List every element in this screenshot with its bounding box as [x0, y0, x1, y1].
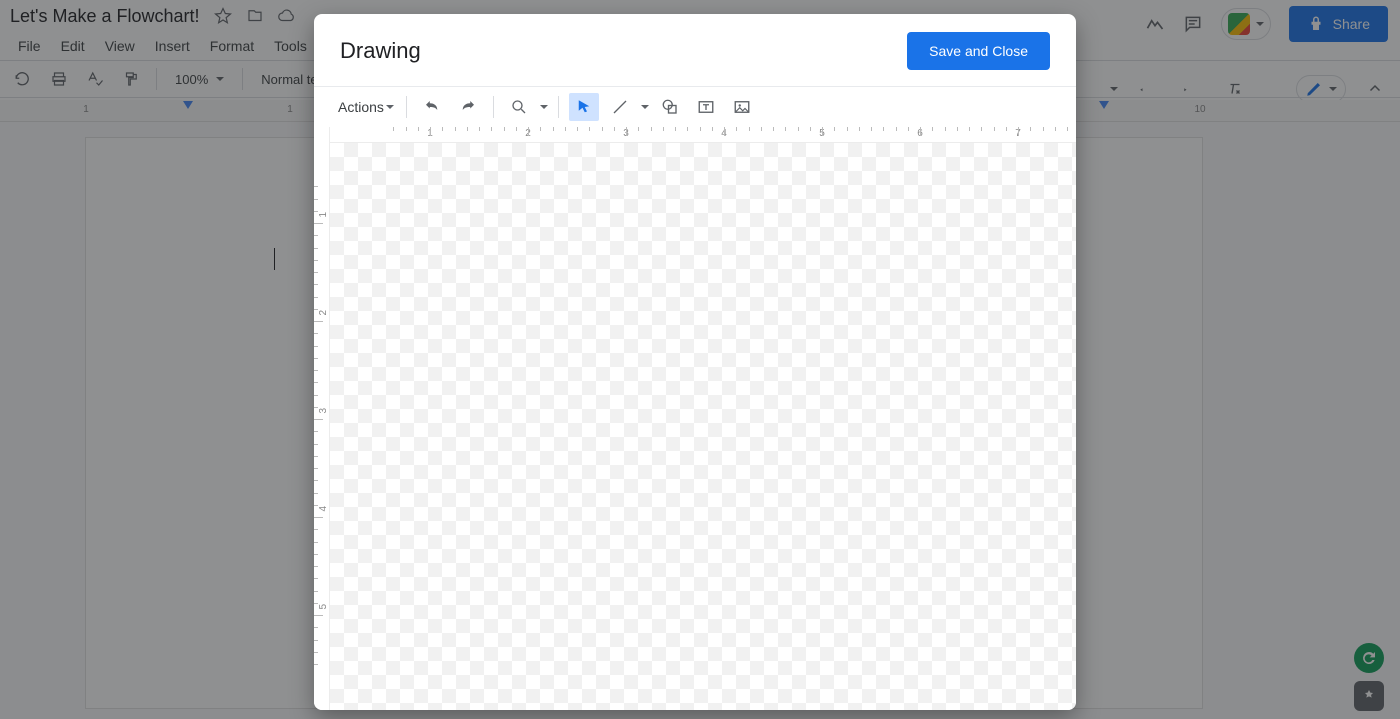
dialog-title: Drawing	[340, 38, 421, 64]
line-tool-dropdown-caret[interactable]	[639, 98, 649, 116]
drawing-toolbar: Actions	[314, 87, 1076, 127]
vertical-ruler[interactable]: 1 2 3 4 5	[314, 127, 330, 710]
zoom-tool[interactable]	[504, 93, 534, 121]
redo-button[interactable]	[453, 93, 483, 121]
horizontal-ruler[interactable]: 1234567	[330, 127, 1076, 143]
ruler-label: 5	[318, 604, 329, 610]
separator	[493, 96, 494, 118]
shape-tool[interactable]	[655, 93, 685, 121]
ruler-label: 3	[318, 408, 329, 414]
line-tool[interactable]	[605, 93, 635, 121]
actions-menu[interactable]: Actions	[336, 95, 396, 119]
canvas-column: 1234567	[330, 127, 1076, 710]
drawing-dialog: Drawing Save and Close Actions 1 2 3 4 5 123…	[314, 14, 1076, 710]
zoom-dropdown-caret[interactable]	[538, 98, 548, 116]
image-tool[interactable]	[727, 93, 757, 121]
ruler-label: 4	[318, 506, 329, 512]
dialog-header: Drawing Save and Close	[314, 14, 1076, 86]
textbox-tool[interactable]	[691, 93, 721, 121]
undo-button[interactable]	[417, 93, 447, 121]
select-tool[interactable]	[569, 93, 599, 121]
ruler-label: 1	[318, 212, 329, 218]
separator	[558, 96, 559, 118]
drawing-canvas-wrap: 1 2 3 4 5 1234567	[314, 127, 1076, 710]
save-and-close-button[interactable]: Save and Close	[907, 32, 1050, 70]
separator	[406, 96, 407, 118]
ruler-label: 2	[318, 310, 329, 316]
drawing-canvas[interactable]	[330, 143, 1076, 710]
